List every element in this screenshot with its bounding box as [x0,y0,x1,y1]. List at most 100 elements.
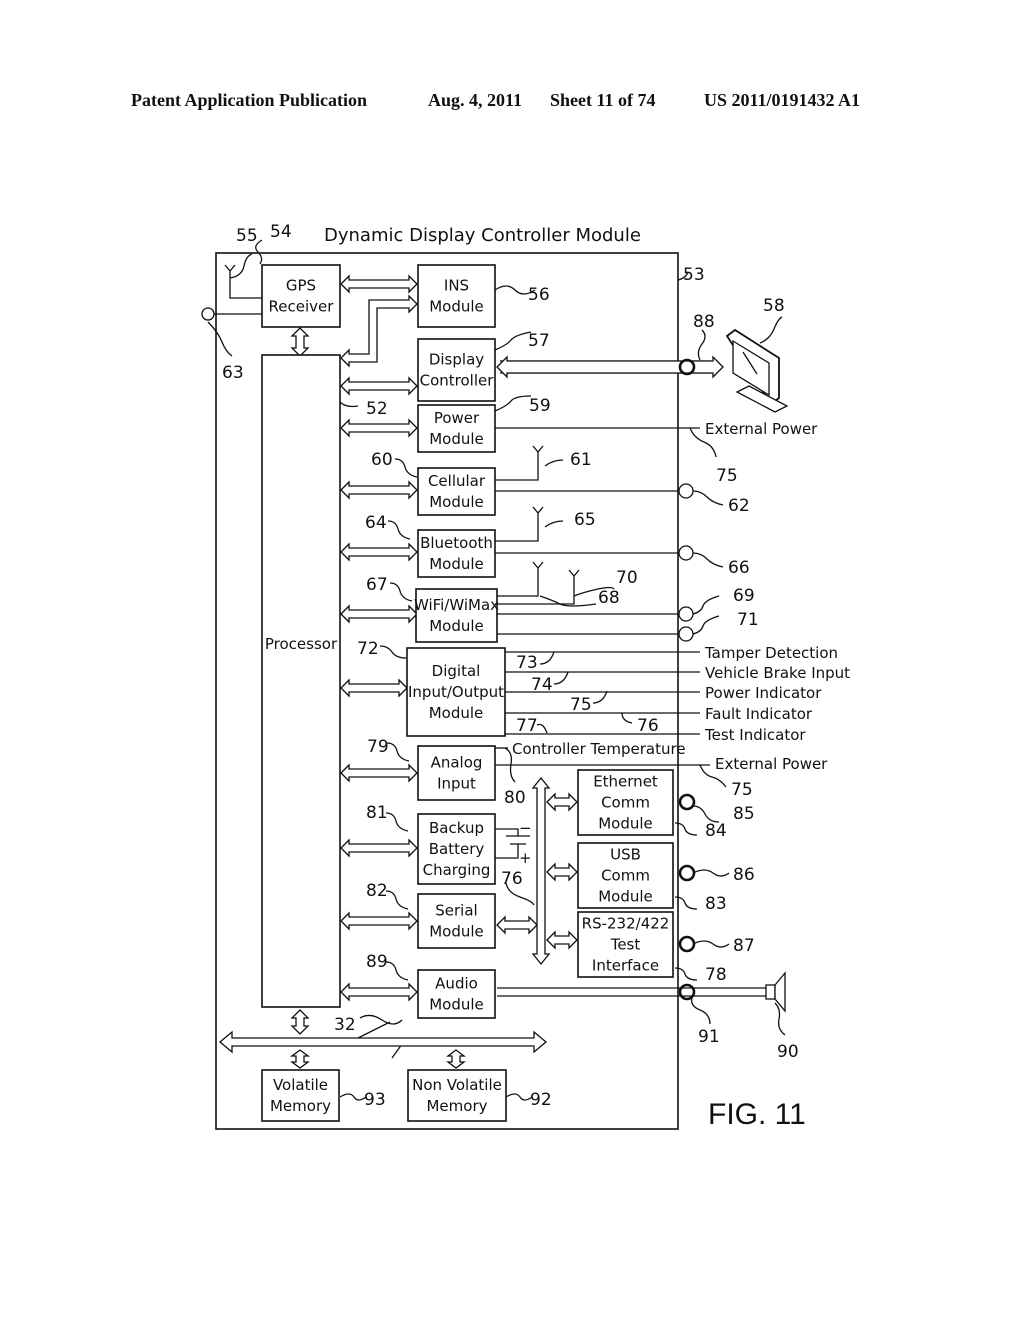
port-71 [678,626,694,642]
port-86 [678,864,696,882]
ref-75-c: 75 [731,780,753,800]
block-ethernet: Ethernet Comm Module [577,769,674,836]
block-wifi: WiFi/WiMax Module [414,588,499,643]
block-rs232-label: Test [610,936,641,954]
ref-70: 70 [616,568,638,588]
ref-69: 69 [733,586,755,606]
block-volatile: Volatile Memory [261,1069,340,1122]
block-processor-label: Processor [265,635,338,653]
block-power-label: Power [434,409,480,427]
block-volatile-label: Memory [270,1097,331,1115]
block-usb: USB Comm Module [577,842,674,909]
block-cellular-label: Module [429,493,484,511]
block-dio-label: Input/Output [408,683,504,701]
ref-92: 92 [530,1090,552,1110]
block-dio: Digital Input/Output Module [406,647,506,737]
ref-84: 84 [705,821,727,841]
block-display-label: Controller [420,372,495,390]
block-serial-label: Module [429,923,484,941]
block-cellular: Cellular Module [417,467,496,516]
block-ins-label: INS [444,277,469,295]
port-62 [678,483,694,499]
block-usb-label: Comm [601,867,650,885]
block-rs232-label: Interface [592,957,659,975]
ref-72: 72 [357,639,379,659]
ref-73: 73 [516,653,538,673]
block-rs232: RS-232/422 Test Interface [577,911,674,978]
block-gps-label: Receiver [269,298,335,316]
block-display: Display Controller [417,338,496,402]
block-serial-label: Serial [435,902,477,920]
battery-minus: − [519,819,532,837]
signal-external-power-2: External Power [715,755,828,773]
block-processor: Processor [261,354,341,1008]
block-battery: Backup Battery Charging [417,813,496,885]
block-wifi-label: Module [429,617,484,635]
ref-79: 79 [367,737,389,757]
ref-75-a: 75 [716,466,738,486]
block-ethernet-label: Comm [601,794,650,812]
block-power: Power Module [417,404,496,453]
block-analog-label: Analog [431,754,483,772]
block-rs232-label: RS-232/422 [582,915,670,933]
ref-61: 61 [570,450,592,470]
ref-82: 82 [366,881,388,901]
ref-88: 88 [693,312,715,332]
block-ethernet-label: Module [598,815,653,833]
block-analog-label: Input [437,775,476,793]
block-dio-label: Module [429,704,484,722]
signal-controller-temperature: Controller Temperature [512,740,686,758]
block-battery-label: Backup [429,819,484,837]
ref-57: 57 [528,331,550,351]
ref-90: 90 [777,1042,799,1062]
ref-86: 86 [733,865,755,885]
port-66 [678,545,694,561]
ref-62: 62 [728,496,750,516]
block-volatile-label: Volatile [273,1076,328,1094]
block-dio-label: Digital [432,662,481,680]
block-power-label: Module [429,430,484,448]
ref-87: 87 [733,936,755,956]
port-63 [201,307,215,321]
block-wifi-label: WiFi/WiMax [414,596,499,614]
block-bluetooth-label: Bluetooth [420,534,493,552]
signal-vehicle-brake-input: Vehicle Brake Input [705,664,850,682]
ref-64: 64 [365,513,387,533]
speaker-icon [765,971,786,1013]
block-nonvolatile-label: Non Volatile [412,1076,502,1094]
diagram-title: Dynamic Display Controller Module [324,225,641,246]
port-91 [678,983,696,1001]
signal-tamper-detection: Tamper Detection [704,644,838,662]
ref-76-a: 76 [637,716,659,736]
block-ins-label: Module [429,298,484,316]
ref-66: 66 [728,558,750,578]
ref-74: 74 [531,675,553,695]
block-ins-box [417,264,496,328]
monitor-icon [725,328,789,413]
ref-58: 58 [763,296,785,316]
ref-91: 91 [698,1027,720,1047]
block-ethernet-label: Ethernet [593,773,658,791]
block-display-label: Display [429,351,484,369]
block-audio-label: Audio [435,975,478,993]
ref-85: 85 [733,804,755,824]
ref-93: 93 [364,1090,386,1110]
ref-55: 55 [236,226,258,246]
ref-76-b: 76 [501,869,523,889]
block-audio: Audio Module [417,969,496,1019]
ref-80: 80 [504,788,526,808]
ref-52: 52 [366,399,388,419]
block-diagram: Dynamic Display Controller Module GPSRec… [201,222,850,1131]
ref-89: 89 [366,952,388,972]
block-gps: GPS Receiver [261,264,341,328]
block-nonvolatile: Non Volatile Memory [407,1069,507,1122]
block-analog: Analog Input [417,745,496,801]
signal-power-indicator: Power Indicator [705,684,822,702]
signal-fault-indicator: Fault Indicator [705,705,813,723]
block-ins: INS Module [417,264,496,328]
ref-32: 32 [334,1015,356,1035]
block-processor-box [261,354,341,1008]
figure-label: FIG. 11 [708,1098,806,1131]
block-gps-box [261,264,341,328]
signal-test-indicator: Test Indicator [704,726,806,744]
